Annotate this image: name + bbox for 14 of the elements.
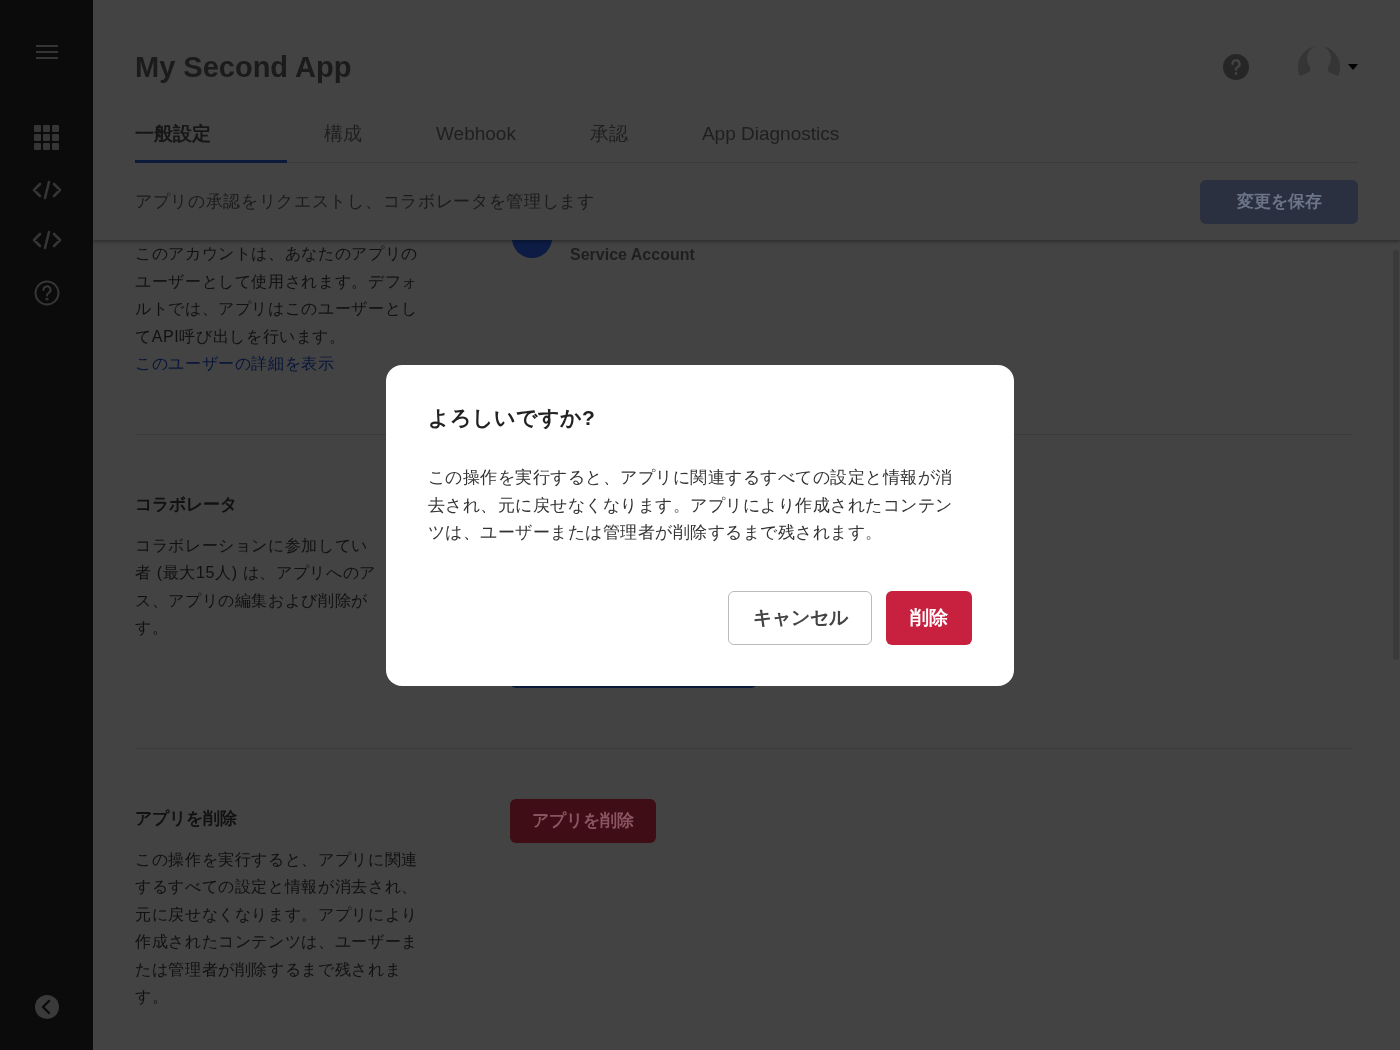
code-icon[interactable] bbox=[31, 230, 62, 250]
grid-icon[interactable] bbox=[34, 125, 59, 150]
dialog-message: この操作を実行すると、アプリに関連するすべての設定と情報が消去され、元に戻せなくなります。アプリにより作成されたコンテンツは、ユーザーまたは管理者が削除するまで残されます。 bbox=[428, 467, 954, 543]
help-icon[interactable] bbox=[1223, 54, 1249, 80]
menu-icon[interactable] bbox=[35, 44, 58, 60]
dialog-title: よろしいですか? bbox=[428, 405, 596, 431]
delete-button[interactable]: 削除 bbox=[886, 591, 972, 645]
collapse-icon[interactable] bbox=[33, 994, 60, 1020]
caret-icon bbox=[1348, 64, 1358, 70]
help-icon[interactable] bbox=[33, 280, 60, 306]
cancel-button[interactable]: キャンセル bbox=[728, 591, 872, 645]
code-icon[interactable] bbox=[31, 180, 62, 200]
save-button[interactable]: 変更を保存 bbox=[1200, 179, 1358, 224]
delete-app-button[interactable]: アプリを削除 bbox=[510, 798, 656, 843]
